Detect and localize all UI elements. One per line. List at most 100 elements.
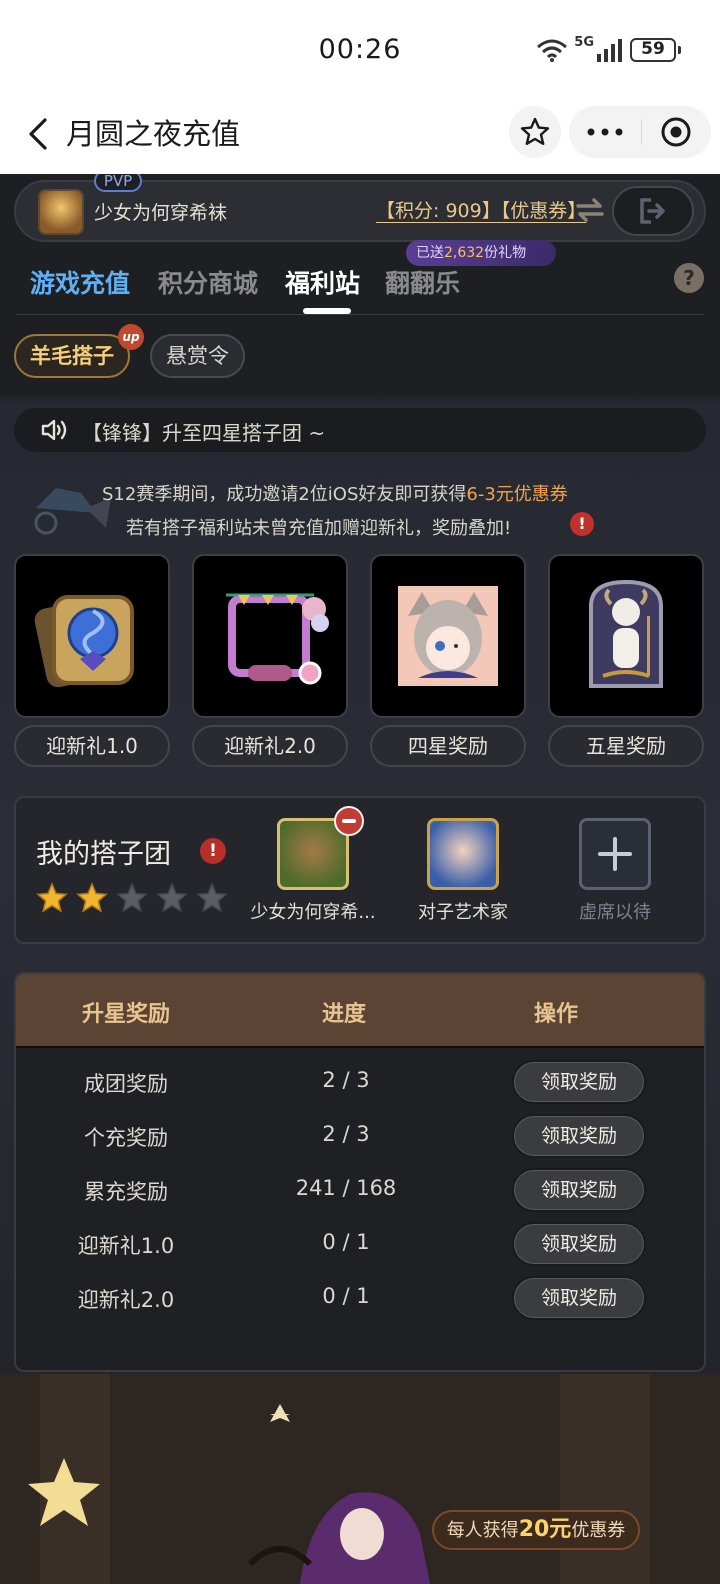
reward-label-newbie-2: 迎新礼2.0 (192, 725, 348, 767)
pvp-tag: PVP (94, 174, 142, 192)
reward-progress: 241 / 168 (295, 1176, 397, 1200)
member-name: 少女为何穿希... (250, 902, 376, 923)
signal-icon (597, 39, 622, 62)
subtab-bounty[interactable]: 悬赏令 (150, 334, 245, 378)
notice-bar: 【锋锋】升至四星搭子团 ~ (14, 408, 706, 452)
tab-flip-game[interactable]: 翻翻乐 (385, 264, 460, 300)
table-row: 成团奖励 2 / 3 领取奖励 (16, 1056, 704, 1110)
table-row: 迎新礼2.0 0 / 1 领取奖励 (16, 1272, 704, 1326)
subtab-wool-partner[interactable]: 羊毛搭子 (14, 334, 130, 378)
profile-name: 少女为何穿希袜 (94, 202, 228, 224)
claim-reward-button[interactable]: 领取奖励 (512, 1276, 646, 1320)
notice-text: 【锋锋】升至四星搭子团 ~ (82, 421, 326, 445)
claim-reward-button[interactable]: 领取奖励 (512, 1060, 646, 1104)
star-filled-icon (36, 882, 68, 913)
reward-label-newbie-1: 迎新礼1.0 (14, 725, 170, 767)
star-reward-table: 升星奖励 进度 操作 成团奖励 2 / 3 领取奖励 个充奖励 2 / 3 领取… (14, 972, 706, 1372)
add-member-button[interactable] (579, 818, 651, 890)
network-label: 5G (574, 34, 594, 50)
card-back-icon (34, 595, 134, 688)
reward-name: 迎新礼2.0 (77, 1288, 175, 1312)
reward-label-five-star: 五星奖励 (548, 725, 704, 767)
reward-name: 累充奖励 (84, 1180, 168, 1204)
target-close-icon (661, 117, 691, 147)
team-panel: 我的搭子团 ! 少女为何穿希... 对子艺术家 虚席以待 (14, 796, 706, 944)
avatar[interactable] (38, 189, 84, 235)
star-empty-icon (196, 882, 228, 913)
table-header: 升星奖励 进度 操作 (16, 974, 704, 1048)
promo-amount: 20元 (518, 1517, 572, 1542)
claim-reward-button[interactable]: 领取奖励 (512, 1222, 646, 1266)
table-row: 累充奖励 241 / 168 领取奖励 (16, 1164, 704, 1218)
witch-scene-illustration (0, 1374, 720, 1584)
back-button[interactable] (20, 114, 56, 154)
cat-girl-avatar-icon (398, 586, 498, 686)
reward-progress: 0 / 1 (322, 1284, 370, 1308)
reward-card-four-star[interactable] (370, 554, 526, 718)
claim-reward-button[interactable]: 领取奖励 (512, 1114, 646, 1158)
favorite-button[interactable] (509, 106, 561, 158)
close-button[interactable] (642, 106, 710, 158)
game-content: PVP 少女为何穿希袜 【积分: 909】【优惠券】 游戏充值 积分商城 福利站… (0, 174, 720, 1584)
member-avatar (427, 818, 499, 890)
table-row: 迎新礼1.0 0 / 1 领取奖励 (16, 1218, 704, 1272)
reward-card-five-star[interactable] (548, 554, 704, 718)
speaker-icon (41, 419, 67, 441)
team-member-1[interactable]: 少女为何穿希... (238, 818, 388, 924)
profile-bar: PVP 少女为何穿希袜 【积分: 909】【优惠券】 (14, 174, 706, 242)
reward-card-newbie-1[interactable] (14, 554, 170, 718)
star-outline-icon (520, 117, 550, 145)
member-name: 虚席以待 (579, 902, 651, 923)
gift-count-badge: 已送2,632份礼物 (406, 240, 557, 266)
main-tabs: 游戏充值 积分商城 福利站 翻翻乐 (0, 256, 720, 316)
reward-progress: 2 / 3 (322, 1122, 370, 1146)
tab-welfare-station[interactable]: 福利站 (285, 264, 360, 300)
help-icon[interactable]: ? (674, 263, 704, 293)
nav-bar: 月圆之夜充值 (0, 104, 720, 174)
swap-icon[interactable] (576, 198, 604, 222)
chevron-left-icon (29, 118, 47, 150)
goat-character-icon (589, 579, 663, 688)
points-link[interactable]: 【积分: 909】 (376, 200, 501, 222)
status-icons: 5G 59 (536, 34, 681, 62)
reward-card-newbie-2[interactable] (192, 554, 348, 718)
reward-name: 个充奖励 (84, 1126, 168, 1150)
mini-program-capsule (569, 106, 711, 158)
logout-icon (640, 198, 665, 224)
avatar-frame-icon (226, 593, 329, 685)
team-title: 我的搭子团 (36, 839, 171, 870)
team-alert-icon[interactable]: ! (200, 838, 226, 864)
team-member-empty-slot[interactable]: 虚席以待 (540, 818, 690, 924)
team-star-rating (36, 882, 228, 914)
member-name: 对子艺术家 (418, 902, 508, 923)
more-button[interactable] (569, 106, 641, 158)
wifi-icon (537, 39, 568, 62)
team-member-2[interactable]: 对子艺术家 (388, 818, 538, 924)
remove-member-button[interactable] (334, 806, 364, 836)
up-badge: up (118, 324, 144, 350)
column-header-reward: 升星奖励 (82, 1002, 171, 1027)
claim-reward-button[interactable]: 领取奖励 (512, 1168, 646, 1212)
reward-progress: 2 / 3 (322, 1068, 370, 1092)
plus-icon (598, 837, 632, 871)
points-coupon: 【积分: 909】【优惠券】 (376, 196, 586, 223)
logout-button[interactable] (612, 186, 694, 236)
status-bar: 00:26 5G 59 (0, 0, 720, 104)
star-empty-icon (116, 882, 148, 913)
column-header-action: 操作 (534, 1002, 579, 1027)
reward-name: 迎新礼1.0 (77, 1234, 175, 1258)
promo-coupon-banner[interactable]: 每人获得20元优惠券 (432, 1510, 640, 1550)
tab-divider (16, 314, 704, 315)
more-dots-icon (587, 128, 623, 136)
coupon-link[interactable]: 【优惠券】 (501, 200, 587, 222)
reward-name: 成团奖励 (84, 1072, 168, 1096)
star-filled-icon (76, 882, 108, 913)
reward-label-four-star: 四星奖励 (370, 725, 526, 767)
info-alert-icon[interactable]: ! (570, 512, 594, 536)
gift-count: 2,632 (444, 245, 485, 261)
star-empty-icon (156, 882, 188, 913)
column-header-progress: 进度 (322, 1002, 367, 1027)
tab-points-mall[interactable]: 积分商城 (158, 264, 258, 300)
tab-game-recharge[interactable]: 游戏充值 (30, 264, 130, 300)
info-line-2: 若有搭子福利站未曾充值加赠迎新礼，奖励叠加! (126, 518, 512, 539)
